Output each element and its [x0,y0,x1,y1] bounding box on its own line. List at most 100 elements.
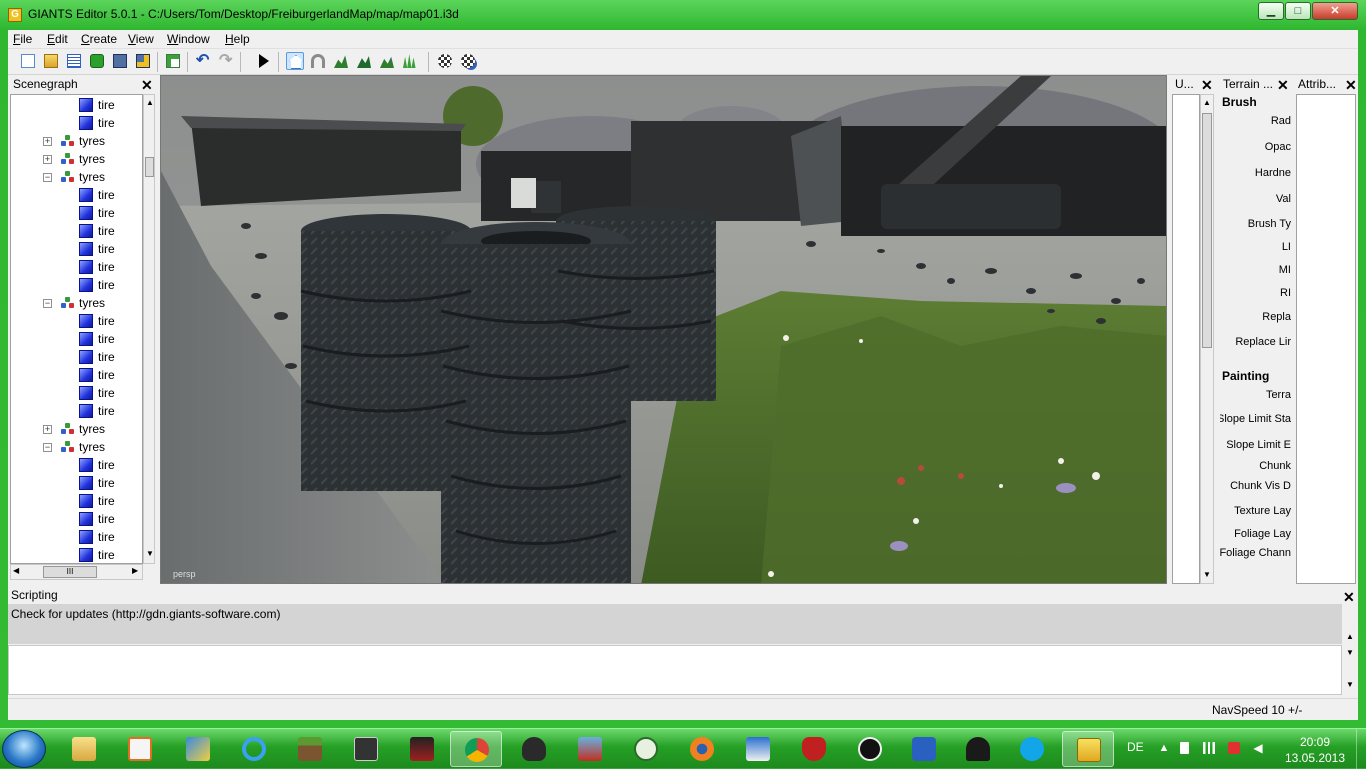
scenegraph-tree[interactable]: tire tire + tyres + tyres − tyres tire tire tire ti… [10,94,143,564]
scenegraph-group-row[interactable]: + tyres [11,150,142,168]
scripting-scrollbar[interactable]: ▲ ▼ ▼ [1342,604,1358,695]
foliage-button[interactable] [378,52,396,70]
network-icon[interactable] [1203,742,1215,754]
taskbar-app-99[interactable] [340,731,392,767]
hscrollbar-thumb[interactable]: III [43,566,97,578]
scenegraph-shape-row[interactable]: tire [11,96,142,114]
terrain-sculpt-button[interactable] [332,52,350,70]
collapse-toggle-icon[interactable]: − [43,443,52,452]
taskbar-app-skype[interactable] [1006,731,1058,767]
scroll-left-icon[interactable]: ◀ [13,566,19,575]
scroll-down-icon[interactable]: ▼ [1346,648,1354,657]
menu-edit[interactable]: Edit [47,32,68,46]
3d-viewport[interactable]: persp [160,75,1167,584]
clock-date[interactable]: 13.05.2013 [1280,751,1350,765]
scenegraph-shape-row[interactable]: tire [11,384,142,402]
scenegraph-group-row[interactable]: + tyres [11,420,142,438]
attributes-panel-close-icon[interactable]: ✕ [1345,78,1357,92]
scroll-up-icon[interactable]: ▲ [1203,98,1211,107]
scenegraph-shape-row[interactable]: tire [11,114,142,132]
transform-tool-button[interactable] [459,52,477,70]
scenegraph-shape-row[interactable]: tire [11,258,142,276]
magnet-button[interactable] [309,52,327,70]
collapse-toggle-icon[interactable]: − [43,173,52,182]
scenegraph-group-row[interactable]: − tyres [11,438,142,456]
action-center-icon[interactable] [1228,742,1240,754]
expand-toggle-icon[interactable]: + [43,425,52,434]
scroll-right-icon[interactable]: ▶ [132,566,138,575]
menu-view[interactable]: View [128,32,154,46]
scenegraph-shape-row[interactable]: tire [11,222,142,240]
show-hidden-icons-icon[interactable]: ▲ [1158,742,1170,754]
user-panel-scrollbar[interactable]: ▲ ▼ [1200,94,1214,584]
scenegraph-shape-row[interactable]: tire [11,456,142,474]
scenegraph-shape-row[interactable]: tire [11,528,142,546]
taskbar-app-messenger[interactable] [898,731,950,767]
clock-time[interactable]: 20:09 [1285,735,1345,749]
scenegraph-shape-row[interactable]: tire [11,204,142,222]
taskbar-app-steam[interactable] [620,731,672,767]
menu-create[interactable]: Create [81,32,117,46]
taskbar-app-giants-editor[interactable] [1062,731,1114,767]
terrain-paint-button[interactable] [355,52,373,70]
scenegraph-shape-row[interactable]: tire [11,492,142,510]
scroll-down-icon[interactable]: ▼ [1203,570,1211,579]
undo-button[interactable]: ↶ [194,52,212,70]
scroll-down-icon[interactable]: ▼ [146,549,154,558]
menu-help[interactable]: Help [225,32,250,46]
terrain-panel-close-icon[interactable]: ✕ [1277,78,1289,92]
scenegraph-vertical-scrollbar[interactable]: ▲ ▼ [143,94,155,564]
start-button[interactable] [2,730,46,768]
scroll-up-icon[interactable]: ▲ [1346,632,1354,641]
scenegraph-shape-row[interactable]: tire [11,546,142,563]
scenegraph-shape-row[interactable]: tire [11,312,142,330]
taskbar-app-paint[interactable] [172,731,224,767]
taskbar-app-inkscape[interactable] [952,731,1004,767]
scenegraph-shape-row[interactable]: tire [11,348,142,366]
save-as-button[interactable] [134,52,152,70]
taskbar-app-sonic[interactable] [732,731,784,767]
scrollbar-thumb[interactable] [1202,113,1212,348]
refresh-button[interactable] [88,52,106,70]
giants-app-icon[interactable]: G [8,8,22,22]
usb-icon[interactable] [1180,742,1189,754]
scenegraph-shape-row[interactable]: tire [11,186,142,204]
redo-button[interactable]: ↷ [217,52,235,70]
language-indicator[interactable]: DE [1127,740,1144,754]
save-button[interactable] [111,52,129,70]
title-bar[interactable]: G GIANTS Editor 5.0.1 - C:/Users/Tom/Des… [0,0,1366,30]
list-button[interactable] [65,52,83,70]
maximize-button[interactable]: □ [1285,2,1311,20]
taskbar-app-em2012[interactable] [396,731,448,767]
taskbar-app-tractor[interactable] [508,731,560,767]
scenegraph-shape-row[interactable]: tire [11,276,142,294]
menu-file[interactable]: File [13,32,32,46]
taskbar-app-farming-simulator[interactable] [564,731,616,767]
taskbar-app-explorer[interactable] [58,731,110,767]
show-desktop-button[interactable] [1356,729,1366,769]
taskbar-app-ie[interactable] [228,731,280,767]
scenegraph-shape-row[interactable]: tire [11,402,142,420]
scenegraph-group-row[interactable]: − tyres [11,168,142,186]
scenegraph-close-icon[interactable]: ✕ [141,78,153,92]
import-button[interactable] [164,52,182,70]
close-button[interactable]: ✕ [1312,2,1358,20]
scenegraph-horizontal-scrollbar[interactable]: ◀ III ▶ [10,564,143,580]
taskbar-app-red-tractor[interactable] [788,731,840,767]
scenegraph-shape-row[interactable]: tire [11,510,142,528]
taskbar-app-blender[interactable] [676,731,728,767]
expand-toggle-icon[interactable]: + [43,137,52,146]
menu-window[interactable]: Window [167,32,210,46]
scenegraph-shape-row[interactable]: tire [11,240,142,258]
scenegraph-shape-row[interactable]: tire [11,366,142,384]
user-panel-close-icon[interactable]: ✕ [1201,78,1213,92]
taskbar-app-minecraft[interactable] [284,731,336,767]
scroll-up-icon[interactable]: ▲ [146,98,154,107]
scenegraph-group-row[interactable]: + tyres [11,132,142,150]
collapse-toggle-icon[interactable]: − [43,299,52,308]
taskbar-app-chrome[interactable] [450,731,502,767]
scroll-down-icon[interactable]: ▼ [1346,680,1354,689]
scrollbar-thumb[interactable] [145,157,154,177]
new-button[interactable] [19,52,37,70]
minimize-button[interactable]: ▁ [1258,2,1284,20]
